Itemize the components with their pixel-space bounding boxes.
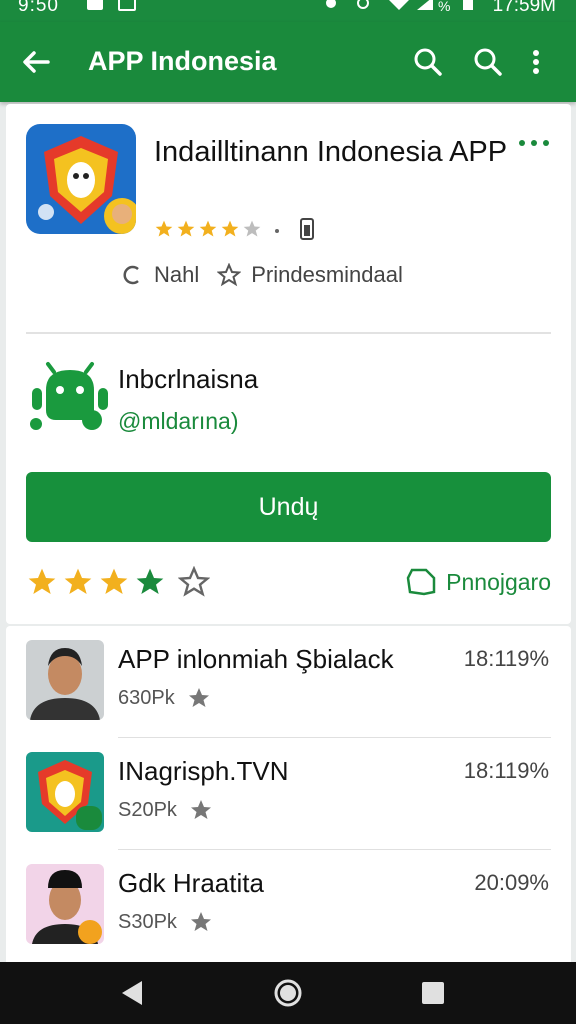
- list-item-meta: 630Pk: [118, 686, 211, 710]
- list-item-title: Gdk Hraatita: [118, 868, 264, 898]
- star-icon: [190, 800, 211, 819]
- project-icon: [406, 568, 436, 596]
- star-empty-icon: [243, 220, 261, 237]
- overflow-menu-icon[interactable]: [526, 44, 546, 80]
- star-filled-icon: [221, 220, 239, 237]
- star-empty-icon[interactable]: [178, 566, 210, 598]
- page-title: APP Indonesia: [88, 46, 277, 76]
- more-options-icon[interactable]: [517, 136, 551, 150]
- star-filled-green-icon[interactable]: [134, 566, 166, 598]
- back-arrow-icon[interactable]: [18, 44, 54, 80]
- meta-tag-a: Nahl: [154, 262, 200, 287]
- star-icon: [190, 912, 211, 931]
- back-nav-icon[interactable]: [118, 978, 148, 1008]
- list-item-percent: 18:119%: [463, 758, 549, 783]
- developer-handle[interactable]: @mldarına): [118, 408, 239, 435]
- status-clock: 17:59M: [492, 0, 556, 16]
- list-item-count: 630Pk: [118, 686, 175, 709]
- list-item-percent: 20:09%: [474, 870, 549, 895]
- app-thumb: [26, 752, 104, 832]
- star-filled-icon[interactable]: [26, 566, 58, 598]
- list-item-title: INagrisph.TVN: [118, 756, 289, 786]
- list-item-meta: S30Pk: [118, 910, 213, 934]
- avatar: [26, 640, 104, 720]
- star-outline-icon: [217, 263, 242, 287]
- developer-android-icon[interactable]: [30, 360, 110, 432]
- search-icon[interactable]: [410, 44, 446, 80]
- bug-icon: [357, 0, 369, 9]
- divider: [26, 332, 551, 334]
- list-item-count: S20Pk: [118, 798, 177, 821]
- dot-separator-icon: [275, 229, 279, 233]
- system-nav-bar: [0, 962, 576, 1024]
- search-icon[interactable]: [470, 44, 506, 80]
- list-item-title: APP inlonmiah Şbialack: [118, 644, 394, 674]
- app-meta-row: Nahl Prindesmindaal: [118, 262, 403, 288]
- list-item[interactable]: Gdk Hraatita S30Pk 20:09%: [6, 850, 571, 962]
- notification-icon: [87, 0, 103, 10]
- app-icon[interactable]: [26, 124, 136, 234]
- star-icon: [188, 688, 209, 707]
- avatar: [26, 864, 104, 944]
- person-photo-icon: [26, 864, 104, 944]
- list-item-count: S30Pk: [118, 910, 177, 933]
- app-bar: APP Indonesia: [0, 22, 576, 102]
- star-filled-icon: [155, 220, 173, 237]
- star-filled-icon[interactable]: [62, 566, 94, 598]
- app-title: Indailltinann Indonesia APP: [154, 136, 508, 168]
- battery-icon: [463, 0, 473, 10]
- developer-name[interactable]: Inbcrlnaisna: [118, 364, 258, 395]
- star-filled-icon: [199, 220, 217, 237]
- status-bar: 9:50 % 17:59M: [0, 0, 576, 22]
- image-icon: [118, 0, 136, 11]
- person-photo-icon: [26, 640, 104, 720]
- app-rating: [154, 217, 318, 241]
- app-logo-icon: [26, 752, 104, 832]
- related-apps-list: APP inlonmiah Şbialack 630Pk 18:119% INa…: [6, 626, 571, 966]
- rate-app-stars[interactable]: [26, 566, 210, 598]
- wifi-icon: [389, 0, 409, 10]
- list-item-meta: S20Pk: [118, 798, 213, 822]
- device-icon: [300, 218, 314, 240]
- list-item[interactable]: APP inlonmiah Şbialack 630Pk 18:119%: [6, 626, 571, 738]
- app-detail-card: Indailltinann Indonesia APP Nahl Prindes…: [6, 104, 571, 624]
- project-link[interactable]: Pnnojgaro: [404, 566, 551, 598]
- signal-icon: [417, 0, 433, 10]
- status-time: 9:50: [18, 0, 59, 16]
- recents-nav-icon[interactable]: [420, 980, 446, 1006]
- reply-icon: [123, 265, 139, 285]
- meta-tag-b: Prindesmindaal: [251, 262, 403, 287]
- star-filled-icon[interactable]: [98, 566, 130, 598]
- install-button[interactable]: Undų: [26, 472, 551, 542]
- list-item[interactable]: INagrisph.TVN S20Pk 18:119%: [6, 738, 571, 850]
- app-logo-icon: [26, 124, 136, 234]
- home-nav-icon[interactable]: [272, 977, 304, 1009]
- settings-icon: [326, 0, 336, 8]
- list-item-percent: 18:119%: [463, 646, 549, 671]
- battery-percent: %: [438, 0, 451, 14]
- project-label: Pnnojgaro: [446, 568, 551, 595]
- star-filled-icon: [177, 220, 195, 237]
